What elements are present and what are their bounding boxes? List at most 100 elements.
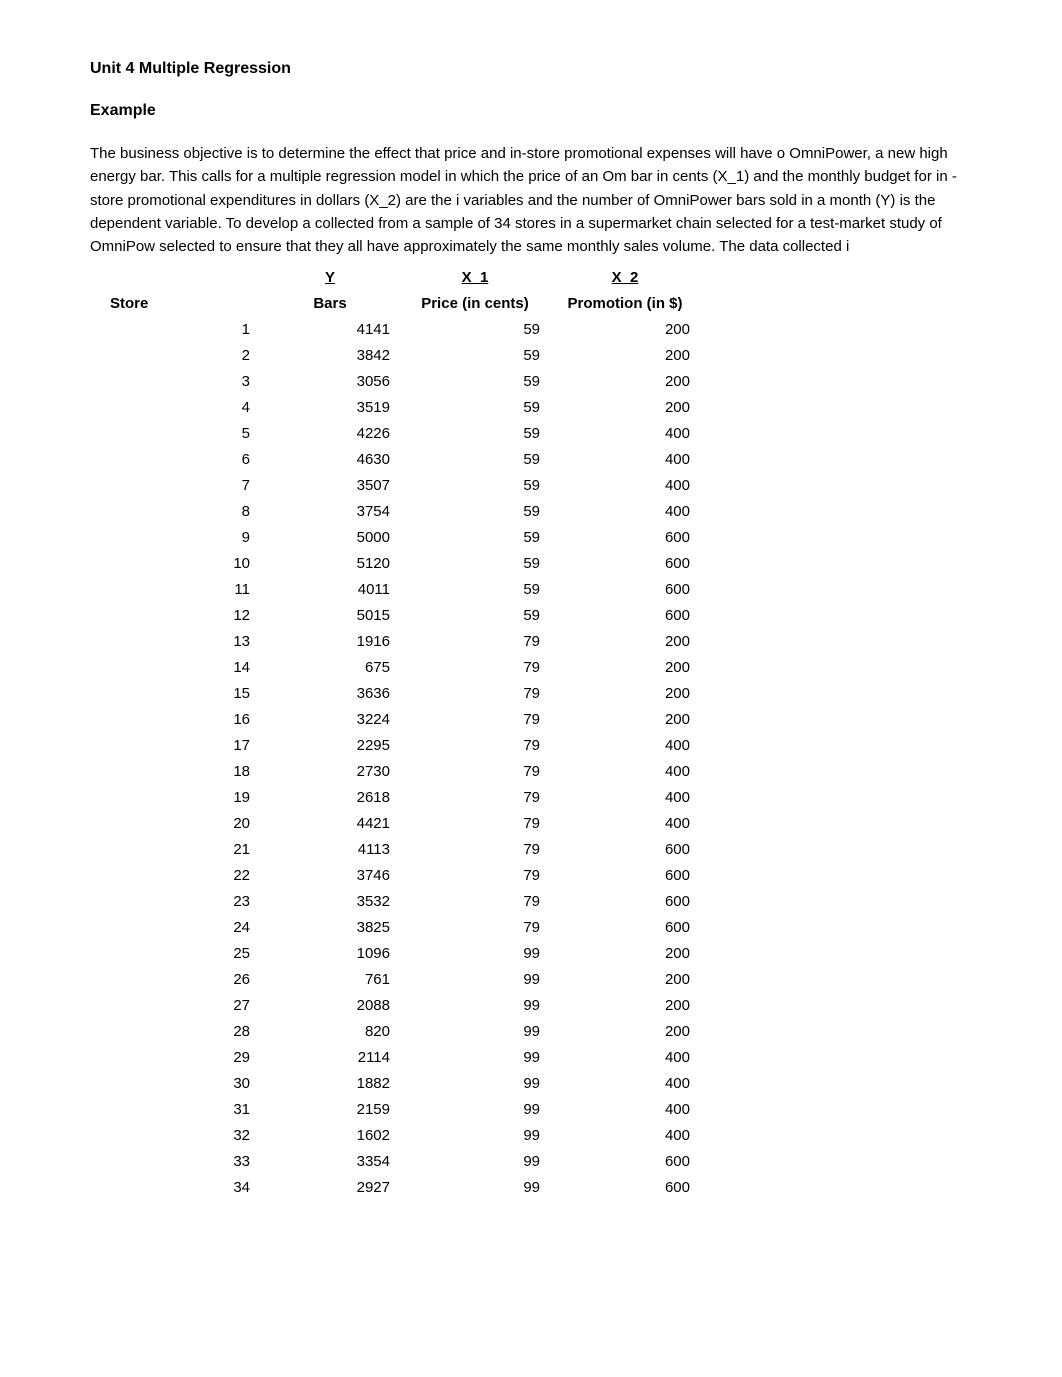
cell-store: 33 xyxy=(110,1148,260,1174)
cell-store: 14 xyxy=(110,654,260,680)
cell-bars: 5000 xyxy=(260,524,400,550)
cell-promotion: 200 xyxy=(550,966,700,992)
cell-promotion: 600 xyxy=(550,836,700,862)
table-row: 8375459400 xyxy=(110,498,700,524)
cell-store: 3 xyxy=(110,368,260,394)
table-row: 4351959200 xyxy=(110,394,700,420)
cell-bars: 820 xyxy=(260,1018,400,1044)
table-row: 10512059600 xyxy=(110,550,700,576)
cell-store: 22 xyxy=(110,862,260,888)
cell-price: 99 xyxy=(400,940,550,966)
table-row: 15363679200 xyxy=(110,680,700,706)
cell-store: 10 xyxy=(110,550,260,576)
cell-store: 17 xyxy=(110,732,260,758)
cell-promotion: 400 xyxy=(550,1122,700,1148)
table-row: 11401159600 xyxy=(110,576,700,602)
table-row: 29211499400 xyxy=(110,1044,700,1070)
cell-promotion: 200 xyxy=(550,394,700,420)
cell-bars: 3842 xyxy=(260,342,400,368)
table-row: 20442179400 xyxy=(110,810,700,836)
table-row: 3305659200 xyxy=(110,368,700,394)
cell-promotion: 400 xyxy=(550,732,700,758)
cell-price: 59 xyxy=(400,550,550,576)
cell-promotion: 200 xyxy=(550,342,700,368)
cell-bars: 5015 xyxy=(260,602,400,628)
cell-bars: 3825 xyxy=(260,914,400,940)
cell-store: 18 xyxy=(110,758,260,784)
cell-store: 26 xyxy=(110,966,260,992)
cell-store: 8 xyxy=(110,498,260,524)
cell-promotion: 400 xyxy=(550,446,700,472)
cell-price: 59 xyxy=(400,342,550,368)
cell-promotion: 600 xyxy=(550,862,700,888)
cell-bars: 2159 xyxy=(260,1096,400,1122)
table-row: 33335499600 xyxy=(110,1148,700,1174)
cell-promotion: 200 xyxy=(550,680,700,706)
cell-promotion: 600 xyxy=(550,550,700,576)
col-store: Store xyxy=(110,290,260,316)
cell-promotion: 600 xyxy=(550,914,700,940)
cell-price: 79 xyxy=(400,836,550,862)
cell-price: 79 xyxy=(400,862,550,888)
col-var-y: Y xyxy=(260,264,400,290)
cell-price: 99 xyxy=(400,1174,550,1200)
cell-promotion: 600 xyxy=(550,524,700,550)
cell-price: 79 xyxy=(400,888,550,914)
cell-bars: 1602 xyxy=(260,1122,400,1148)
cell-price: 99 xyxy=(400,1122,550,1148)
cell-store: 24 xyxy=(110,914,260,940)
cell-bars: 2927 xyxy=(260,1174,400,1200)
cell-price: 79 xyxy=(400,628,550,654)
cell-bars: 3636 xyxy=(260,680,400,706)
data-table: Y X_1 X_2 Store Bars Price (in cents) Pr… xyxy=(110,264,700,1200)
cell-price: 59 xyxy=(400,446,550,472)
cell-store: 4 xyxy=(110,394,260,420)
cell-price: 99 xyxy=(400,1018,550,1044)
cell-bars: 761 xyxy=(260,966,400,992)
cell-store: 2 xyxy=(110,342,260,368)
cell-bars: 675 xyxy=(260,654,400,680)
cell-bars: 4421 xyxy=(260,810,400,836)
cell-promotion: 400 xyxy=(550,472,700,498)
cell-promotion: 200 xyxy=(550,368,700,394)
cell-bars: 4011 xyxy=(260,576,400,602)
table-row: 16322479200 xyxy=(110,706,700,732)
col-promotion: Promotion (in $) xyxy=(550,290,700,316)
cell-promotion: 600 xyxy=(550,576,700,602)
cell-promotion: 200 xyxy=(550,992,700,1018)
cell-store: 7 xyxy=(110,472,260,498)
table-row: 12501559600 xyxy=(110,602,700,628)
cell-promotion: 200 xyxy=(550,940,700,966)
cell-bars: 3746 xyxy=(260,862,400,888)
cell-store: 6 xyxy=(110,446,260,472)
cell-store: 5 xyxy=(110,420,260,446)
cell-bars: 1882 xyxy=(260,1070,400,1096)
table-row: 7350759400 xyxy=(110,472,700,498)
cell-price: 79 xyxy=(400,654,550,680)
cell-store: 1 xyxy=(110,316,260,342)
cell-price: 59 xyxy=(400,472,550,498)
cell-price: 79 xyxy=(400,914,550,940)
cell-bars: 3532 xyxy=(260,888,400,914)
table-row: 30188299400 xyxy=(110,1070,700,1096)
cell-promotion: 600 xyxy=(550,1174,700,1200)
cell-store: 25 xyxy=(110,940,260,966)
cell-promotion: 400 xyxy=(550,1044,700,1070)
cell-price: 79 xyxy=(400,706,550,732)
table-row: 6463059400 xyxy=(110,446,700,472)
cell-store: 12 xyxy=(110,602,260,628)
table-row: 23353279600 xyxy=(110,888,700,914)
cell-store: 11 xyxy=(110,576,260,602)
section-title: Example xyxy=(90,102,972,120)
table-row: 19261879400 xyxy=(110,784,700,810)
intro-paragraph: The business objective is to determine t… xyxy=(90,142,972,258)
cell-promotion: 400 xyxy=(550,1070,700,1096)
table-row: 1467579200 xyxy=(110,654,700,680)
cell-price: 79 xyxy=(400,732,550,758)
table-row: 32160299400 xyxy=(110,1122,700,1148)
cell-store: 29 xyxy=(110,1044,260,1070)
cell-bars: 2730 xyxy=(260,758,400,784)
cell-bars: 2295 xyxy=(260,732,400,758)
cell-promotion: 600 xyxy=(550,1148,700,1174)
cell-store: 23 xyxy=(110,888,260,914)
